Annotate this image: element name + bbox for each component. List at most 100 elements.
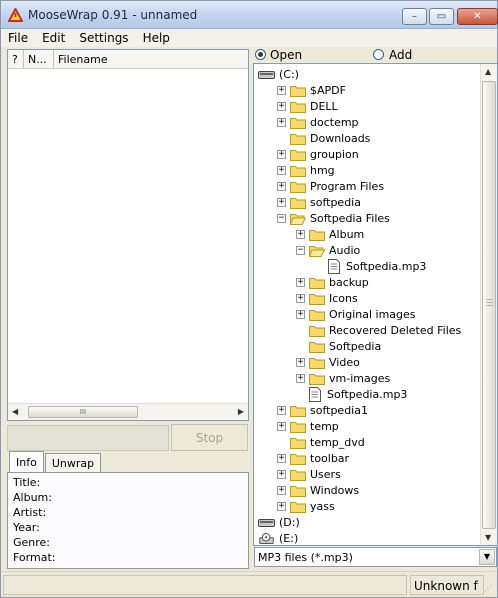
tree-folder-item[interactable]: + groupion [277,146,359,162]
folder-tree[interactable]: (C:) + $APDF + DELL + doctemp Downloads + groupio… [253,63,498,546]
tree-folder-item[interactable]: Downloads [277,130,370,146]
folder-icon [290,437,306,449]
tree-folder-item[interactable]: + Icons [296,290,358,306]
expand-icon[interactable]: + [277,149,286,159]
resize-grip-icon[interactable]: ⋰ [484,584,495,595]
add-label[interactable]: Add [389,48,412,62]
tree-folder-item[interactable]: − Softpedia Files [277,210,390,226]
tree-folder-item[interactable]: + hmg [277,162,335,178]
info-tabs: Info Unwrap [9,451,102,473]
tree-folder-item[interactable]: + backup [296,274,369,290]
expand-icon[interactable]: + [277,101,286,111]
tree-file-item[interactable]: Softpedia.mp3 [296,386,407,402]
tree-folder-item[interactable]: + toolbar [277,450,349,466]
column-filename[interactable]: Filename [54,50,248,69]
tree-item-label: Downloads [310,131,371,145]
tree-folder-item[interactable]: + temp [277,418,339,434]
tree-folder-item[interactable]: + Windows [277,482,359,498]
app-window: MooseWrap 0.91 - unnamed – ▭ ✕ File Edit… [0,0,498,598]
tree-folder-item[interactable]: + Original images [296,306,416,322]
scroll-up-icon[interactable]: ▲ [485,67,491,76]
scroll-down-icon[interactable]: ▼ [485,533,491,542]
tab-info[interactable]: Info [9,451,44,473]
tree-item-label: Video [329,355,360,369]
expand-icon[interactable]: + [277,197,286,207]
expand-icon[interactable]: + [277,165,286,175]
tree-item-label: (D:) [279,515,300,529]
stop-button[interactable]: Stop [171,424,248,451]
info-title-label: Title: [13,476,41,489]
tree-folder-item[interactable]: + Album [296,226,364,242]
title-bar[interactable]: MooseWrap 0.91 - unnamed – ▭ ✕ [1,1,498,29]
folder-open-icon [309,245,325,257]
add-radio[interactable] [373,49,384,60]
folder-icon [309,309,325,321]
scroll-thumb[interactable]: III [28,406,138,418]
tree-item-label: doctemp [310,115,359,129]
close-button[interactable]: ✕ [457,8,498,25]
menu-edit[interactable]: Edit [35,29,72,47]
expand-icon[interactable]: + [277,453,286,463]
tree-item-label: Album [329,227,365,241]
tree-folder-item[interactable]: Recovered Deleted Files [296,322,461,338]
tree-folder-item[interactable]: + vm-images [296,370,390,386]
expand-icon[interactable]: + [296,293,305,303]
collapse-icon[interactable]: − [277,213,286,223]
tree-folder-item[interactable]: + softpedia [277,194,361,210]
open-label[interactable]: Open [270,48,302,62]
tree-folder-item[interactable]: Softpedia [296,338,381,354]
tree-folder-item[interactable]: + DELL [277,98,338,114]
tree-file-item[interactable]: Softpedia.mp3 [315,258,426,274]
column-number[interactable]: N... [24,50,54,69]
tree-folder-item[interactable]: + $APDF [277,82,346,98]
tree-folder-item[interactable]: + doctemp [277,114,359,130]
tree-folder-item[interactable]: + Users [277,466,341,482]
collapse-icon[interactable]: − [296,245,305,255]
tree-folder-item[interactable]: + yass [277,498,335,514]
tree-item-label: DELL [310,99,338,113]
menu-help[interactable]: Help [136,29,177,47]
expand-icon[interactable]: + [277,421,286,431]
minimize-button[interactable]: – [402,8,427,25]
menu-file[interactable]: File [1,29,35,47]
expand-icon[interactable]: + [277,85,286,95]
dropdown-arrow-icon[interactable]: ▼ [479,549,495,565]
expand-icon[interactable]: + [296,277,305,287]
tree-item-label: Softpedia.mp3 [346,259,427,273]
tree-folder-item[interactable]: (D:) [258,514,300,530]
tree-folder-item[interactable]: − Audio [296,242,360,258]
grip-icon: — — — [486,295,493,309]
scroll-left-icon[interactable]: ◀ [12,407,18,416]
open-radio[interactable] [255,49,266,60]
tree-folder-item[interactable]: + Program Files [277,178,384,194]
column-status[interactable]: ? [8,50,24,69]
tree-item-label: temp [310,419,339,433]
expand-icon[interactable]: + [277,501,286,511]
expand-icon[interactable]: + [296,373,305,383]
expand-icon[interactable]: + [296,229,305,239]
file-type-filter[interactable]: MP3 files (*.mp3) ▼ [254,547,497,567]
tree-folder-item[interactable]: temp_dvd [277,434,365,450]
file-list[interactable]: ? N... Filename ◀ III ▶ [7,49,249,421]
info-year-label: Year: [13,521,40,534]
vertical-scrollbar[interactable]: ▲ — — — ▼ [480,64,497,545]
tree-item-label: Softpedia.mp3 [327,387,408,401]
expand-icon[interactable]: + [296,357,305,367]
scroll-right-icon[interactable]: ▶ [238,407,244,416]
expand-icon[interactable]: + [277,469,286,479]
tree-folder-item[interactable]: + softpedia1 [277,402,368,418]
expand-icon[interactable]: + [296,309,305,319]
menu-settings[interactable]: Settings [72,29,135,47]
tab-unwrap[interactable]: Unwrap [44,453,102,473]
expand-icon[interactable]: + [277,117,286,127]
tree-folder-item[interactable]: (E:) [258,530,298,545]
horizontal-scrollbar[interactable]: ◀ III ▶ [8,403,248,420]
scroll-thumb[interactable]: — — — [482,81,496,529]
tree-folder-item[interactable]: + Video [296,354,360,370]
expand-icon[interactable]: + [277,405,286,415]
tree-item-label: Program Files [310,179,385,193]
maximize-button[interactable]: ▭ [429,8,454,25]
expand-icon[interactable]: + [277,485,286,495]
expand-icon[interactable]: + [277,181,286,191]
tree-folder-item[interactable]: (C:) [258,66,299,82]
